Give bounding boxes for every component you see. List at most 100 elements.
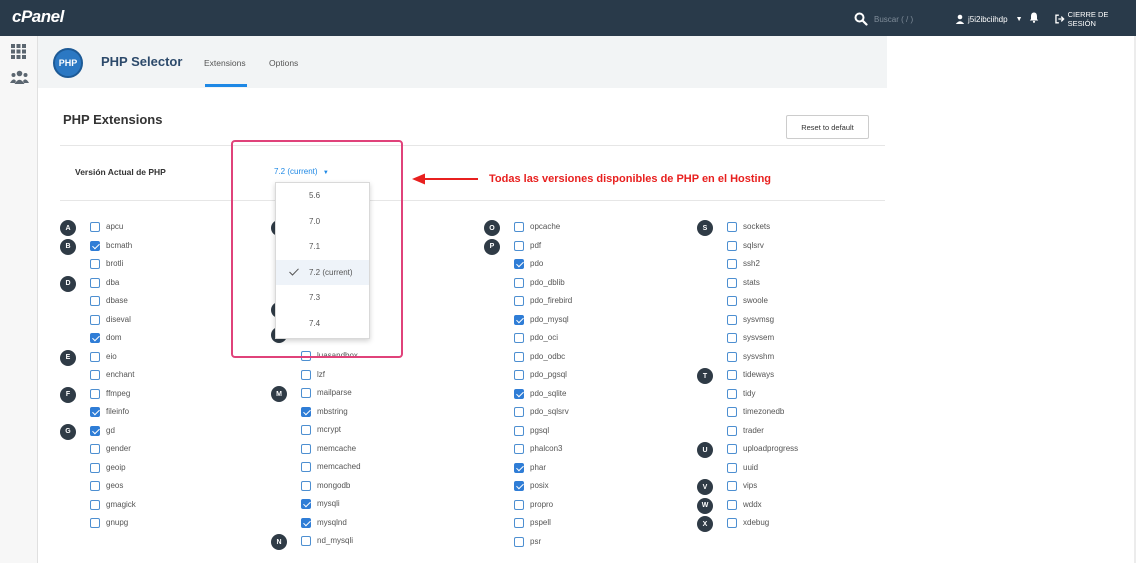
extension-checkbox[interactable]: [90, 518, 100, 528]
extension-checkbox[interactable]: [514, 462, 524, 473]
extension-checkbox[interactable]: [514, 296, 524, 306]
letter-badge: M: [271, 386, 287, 402]
extension-checkbox[interactable]: [90, 333, 100, 343]
extension-label: pspell: [530, 518, 551, 527]
bell-icon[interactable]: [1029, 12, 1039, 23]
extension-checkbox[interactable]: [301, 499, 311, 509]
extension-checkbox[interactable]: [514, 444, 524, 454]
extension-checkbox[interactable]: [727, 259, 737, 269]
letter-badge: P: [484, 238, 500, 255]
extension-label: lzf: [317, 369, 325, 379]
extension-label: ssh2: [743, 259, 760, 268]
extension-checkbox[interactable]: [727, 240, 737, 251]
extension-checkbox[interactable]: [514, 481, 524, 491]
letter-badge: T: [697, 368, 713, 384]
extension-checkbox[interactable]: [301, 462, 311, 472]
extension-label: gender: [106, 444, 131, 453]
extension-checkbox[interactable]: [514, 333, 524, 343]
extension-label: dba: [106, 277, 120, 287]
extension-checkbox[interactable]: [727, 462, 737, 473]
extension-checkbox[interactable]: [301, 388, 311, 398]
extension-label: propro: [530, 499, 554, 509]
extension-checkbox[interactable]: [514, 314, 524, 325]
extension-checkbox[interactable]: [727, 425, 737, 436]
extension-checkbox[interactable]: [301, 425, 311, 435]
extension-checkbox[interactable]: [727, 518, 737, 528]
letter-badge: D: [60, 275, 76, 292]
logout-label: CIERRE DE SESIÓN: [1067, 10, 1109, 28]
extension-label: sysvmsg: [743, 314, 775, 324]
extension-label: tideways: [743, 370, 775, 379]
extension-label: diseval: [106, 314, 131, 324]
extension-checkbox[interactable]: [514, 240, 524, 251]
extension-checkbox[interactable]: [514, 518, 524, 528]
extension-checkbox[interactable]: [301, 536, 311, 546]
extension-checkbox[interactable]: [514, 425, 524, 436]
extension-checkbox[interactable]: [514, 351, 524, 362]
extension-checkbox[interactable]: [301, 369, 311, 380]
extension-checkbox[interactable]: [514, 536, 524, 547]
extension-label: gd: [106, 425, 115, 435]
extension-label: sysvshm: [743, 351, 775, 361]
extension-label: phar: [530, 462, 547, 472]
extension-checkbox[interactable]: [301, 517, 311, 528]
cpanel-logo[interactable]: cPanel: [12, 7, 64, 27]
extension-checkbox[interactable]: [90, 259, 100, 269]
extension-checkbox[interactable]: [90, 222, 100, 232]
extension-checkbox[interactable]: [727, 407, 737, 417]
extension-checkbox[interactable]: [301, 480, 311, 491]
logout-button[interactable]: CIERRE DE SESIÓN: [1055, 10, 1136, 28]
extension-checkbox[interactable]: [727, 333, 737, 343]
extension-checkbox[interactable]: [90, 240, 100, 251]
extension-checkbox[interactable]: [727, 296, 737, 306]
extension-label: pdo_sqlite: [530, 388, 567, 398]
extension-checkbox[interactable]: [727, 499, 737, 510]
extension-checkbox[interactable]: [90, 425, 100, 436]
extension-checkbox[interactable]: [301, 406, 311, 417]
extension-checkbox[interactable]: [90, 296, 100, 306]
tab-options[interactable]: Options: [269, 58, 298, 68]
extension-checkbox[interactable]: [90, 351, 100, 362]
extension-checkbox[interactable]: [727, 222, 737, 232]
tab-extensions[interactable]: Extensions: [204, 58, 246, 68]
extension-checkbox[interactable]: [90, 388, 100, 399]
extension-checkbox[interactable]: [727, 277, 737, 288]
extension-checkbox[interactable]: [514, 259, 524, 269]
reset-to-default-button[interactable]: Reset to default: [786, 115, 869, 139]
extension-checkbox[interactable]: [90, 407, 100, 417]
extension-label: sockets: [743, 222, 771, 231]
extension-label: opcache: [530, 222, 561, 231]
divider: [60, 200, 885, 201]
search-icon: [854, 12, 868, 26]
extension-checkbox[interactable]: [301, 443, 311, 454]
extension-checkbox[interactable]: [90, 277, 100, 288]
extension-checkbox[interactable]: [727, 481, 737, 491]
annotation-highlight-box: [231, 140, 403, 358]
extension-checkbox[interactable]: [727, 351, 737, 362]
extension-checkbox[interactable]: [514, 499, 524, 510]
extension-checkbox[interactable]: [727, 370, 737, 380]
extension-checkbox[interactable]: [514, 388, 524, 399]
extension-checkbox[interactable]: [514, 370, 524, 380]
extension-checkbox[interactable]: [514, 407, 524, 417]
extension-checkbox[interactable]: [727, 314, 737, 325]
active-tab-indicator: [205, 84, 247, 87]
extension-label: mysqli: [317, 499, 340, 508]
grid-icon[interactable]: [11, 44, 26, 59]
search-input[interactable]: Buscar ( / ): [874, 15, 913, 24]
extension-checkbox[interactable]: [727, 388, 737, 399]
extension-checkbox[interactable]: [727, 444, 737, 454]
extension-checkbox[interactable]: [90, 481, 100, 491]
extension-checkbox[interactable]: [514, 277, 524, 288]
users-icon[interactable]: [10, 70, 29, 84]
extension-checkbox[interactable]: [90, 314, 100, 325]
extension-checkbox[interactable]: [90, 370, 100, 380]
search-box[interactable]: Buscar ( / ): [854, 11, 913, 27]
user-menu[interactable]: j5i2ibciihdp ▼: [955, 11, 1023, 27]
extension-checkbox[interactable]: [90, 444, 100, 454]
extension-checkbox[interactable]: [90, 462, 100, 473]
php-logo-icon: PHP: [53, 48, 83, 78]
extension-label: mbstring: [317, 406, 348, 416]
extension-checkbox[interactable]: [90, 499, 100, 510]
extension-checkbox[interactable]: [514, 222, 524, 232]
